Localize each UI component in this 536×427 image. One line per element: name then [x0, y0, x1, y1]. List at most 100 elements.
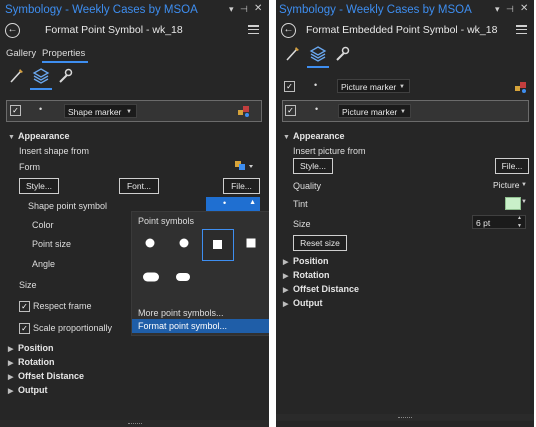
marker-type-dropdown[interactable]: Picture marker ▼ — [338, 104, 411, 118]
scroll-bar[interactable] — [0, 420, 269, 427]
style-button[interactable]: Style... — [19, 178, 59, 194]
scale-proportionally-label: Scale proportionally — [33, 323, 113, 333]
section-position[interactable]: ▶ Position — [283, 256, 329, 266]
pin-icon[interactable]: ⊣ — [506, 4, 514, 15]
tab-properties[interactable]: Properties — [42, 48, 85, 59]
pin-dropdown-icon[interactable]: ▾ — [495, 4, 500, 15]
layer-options-icon[interactable] — [237, 104, 251, 118]
expand-arrow-icon: ▶ — [283, 287, 289, 294]
layers-icon[interactable] — [309, 45, 327, 63]
layer-options-icon[interactable] — [514, 80, 528, 94]
tint-caret-icon[interactable]: ▼ — [521, 199, 527, 205]
form-picker-icon[interactable] — [234, 159, 256, 173]
caret-icon: ▼ — [399, 84, 405, 90]
close-icon[interactable]: ✕ — [254, 3, 262, 14]
resize-grip[interactable] — [398, 417, 412, 420]
section-rotation-label: Rotation — [18, 357, 55, 367]
section-output-label: Output — [18, 385, 48, 395]
marker-type-value: Picture marker — [341, 82, 397, 92]
color-label: Color — [32, 220, 54, 230]
form-label: Form — [19, 162, 40, 172]
more-point-symbols-link[interactable]: More point symbols... — [138, 308, 224, 318]
resize-grip[interactable] — [128, 423, 142, 426]
section-appearance[interactable]: ▼ Appearance — [283, 131, 345, 141]
subtitle: Format Embedded Point Symbol - wk_18 — [306, 24, 498, 36]
size-input[interactable]: 6 pt ▲ ▼ — [472, 215, 526, 229]
quality-label: Quality — [293, 181, 322, 191]
symbol-tab-icons — [282, 45, 356, 68]
brush-icon[interactable] — [8, 67, 26, 85]
layers-icon[interactable] — [32, 67, 50, 85]
picture-layer-row-2[interactable]: ✓ • Picture marker ▼ — [282, 100, 529, 122]
circle-small-symbol[interactable] — [141, 234, 159, 252]
marker-type-dropdown[interactable]: Picture marker ▼ — [337, 79, 410, 93]
section-output[interactable]: ▶ Output — [283, 298, 323, 308]
menu-icon[interactable] — [516, 25, 527, 37]
scroll-bar[interactable] — [276, 414, 534, 421]
caret-icon: ▼ — [521, 182, 527, 188]
symbol-layer-row[interactable]: ✓ • Shape marker ▼ — [6, 100, 262, 122]
format-point-symbol-item[interactable]: Format point symbol... — [132, 319, 269, 333]
square-symbol-selected[interactable] — [202, 229, 234, 261]
file-button[interactable]: File... — [495, 158, 529, 174]
layer-dot: • — [315, 104, 319, 114]
file-button[interactable]: File... — [223, 178, 260, 194]
marker-type-dropdown[interactable]: Shape marker ▼ — [64, 104, 137, 118]
insert-picture-label: Insert picture from — [293, 146, 366, 156]
scale-proportionally-checkbox[interactable]: ✓ — [19, 323, 30, 334]
point-symbols-title: Point symbols — [138, 216, 195, 226]
section-offset-distance[interactable]: ▶ Offset Distance — [8, 371, 84, 381]
respect-frame-checkbox[interactable]: ✓ — [19, 301, 30, 312]
expand-arrow-icon: ▶ — [283, 301, 289, 308]
collapse-arrow-icon: ▼ — [283, 134, 290, 141]
square-symbol[interactable] — [242, 234, 260, 252]
tab-gallery[interactable]: Gallery — [6, 48, 36, 59]
font-button[interactable]: Font... — [119, 178, 159, 194]
section-rotation[interactable]: ▶ Rotation — [8, 357, 55, 367]
caret-up-icon: ▲ — [249, 199, 256, 206]
rounded-rect-symbol-small[interactable] — [173, 268, 193, 286]
section-position-label: Position — [293, 256, 329, 266]
expand-arrow-icon: ▶ — [8, 374, 14, 381]
subheader: ← Format Point Symbol - wk_18 — [0, 22, 269, 42]
style-button[interactable]: Style... — [293, 158, 333, 174]
expand-arrow-icon: ▶ — [8, 360, 14, 367]
pin-icon[interactable]: ⊣ — [240, 4, 248, 15]
pane-header: Symbology - Weekly Cases by MSOA ▾ ⊣ ✕ — [276, 0, 534, 22]
section-offset-distance[interactable]: ▶ Offset Distance — [283, 284, 359, 294]
back-arrow-icon[interactable]: ← — [5, 23, 20, 38]
symbol-tab-icons — [6, 67, 80, 90]
menu-icon[interactable] — [248, 25, 259, 37]
section-appearance[interactable]: ▼ Appearance — [8, 131, 70, 141]
section-rotation[interactable]: ▶ Rotation — [283, 270, 330, 280]
section-output[interactable]: ▶ Output — [8, 385, 48, 395]
layer-checkbox[interactable]: ✓ — [10, 105, 21, 116]
tint-color-swatch[interactable] — [505, 197, 521, 210]
wrench-icon[interactable] — [333, 45, 351, 63]
wrench-icon[interactable] — [56, 67, 74, 85]
close-icon[interactable]: ✕ — [520, 3, 528, 14]
section-position[interactable]: ▶ Position — [8, 343, 54, 353]
picture-layer-row-1[interactable]: ✓ • Picture marker ▼ — [282, 78, 528, 96]
shape-point-symbol-dropdown[interactable]: • ▲ — [206, 197, 260, 211]
shape-point-symbol-label: Shape point symbol — [28, 201, 108, 211]
tab-underline — [42, 61, 88, 63]
brush-icon[interactable] — [284, 45, 302, 63]
point-size-label: Point size — [32, 239, 72, 249]
reset-size-button[interactable]: Reset size — [293, 235, 347, 251]
layer-checkbox[interactable]: ✓ — [284, 81, 295, 92]
layer-checkbox[interactable]: ✓ — [285, 105, 296, 116]
circle-symbol[interactable] — [175, 234, 193, 252]
pin-dropdown-icon[interactable]: ▾ — [229, 4, 234, 15]
format-point-symbol-label: Format point symbol... — [138, 321, 228, 331]
section-appearance-label: Appearance — [18, 131, 70, 141]
rounded-rect-symbol[interactable] — [141, 268, 161, 286]
quality-dropdown[interactable]: Picture ▼ — [490, 178, 528, 192]
caret-icon: ▼ — [126, 109, 132, 115]
collapse-arrow-icon: ▼ — [8, 134, 15, 141]
angle-label: Angle — [32, 259, 56, 269]
section-offset-label: Offset Distance — [18, 371, 85, 381]
size-label: Size — [293, 219, 311, 229]
spinner-icon[interactable]: ▲ ▼ — [517, 214, 522, 230]
back-arrow-icon[interactable]: ← — [281, 23, 296, 38]
